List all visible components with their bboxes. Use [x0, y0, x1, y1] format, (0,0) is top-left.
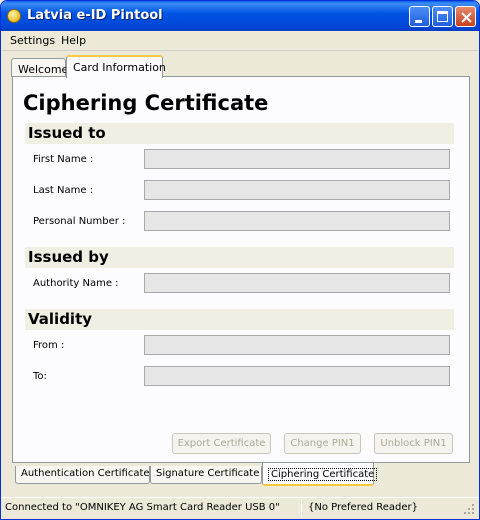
first-name-label: First Name :	[33, 154, 94, 165]
page-title: Ciphering Certificate	[23, 91, 269, 115]
status-bar: Connected to "OMNIKEY AG Smart Card Read…	[1, 497, 479, 519]
tab-authentication-certificate[interactable]: Authentication Certificate	[15, 466, 150, 484]
personal-number-field[interactable]	[144, 211, 450, 231]
tab-signature-certificate[interactable]: Signature Certificate	[150, 466, 262, 484]
title-bar[interactable]: Latvia e-ID Pintool	[1, 1, 479, 31]
menu-help[interactable]: Help	[61, 34, 86, 47]
last-name-label: Last Name :	[33, 185, 94, 196]
app-icon	[7, 9, 21, 23]
section-validity: Validity	[25, 309, 454, 330]
resize-grip-icon[interactable]	[463, 503, 475, 515]
menu-settings[interactable]: Settings	[10, 34, 55, 47]
section-issued-to: Issued to	[25, 123, 454, 144]
last-name-field[interactable]	[144, 180, 450, 200]
section-title: Issued by	[28, 248, 109, 266]
unblock-pin-button[interactable]: Unblock PIN1	[374, 433, 453, 454]
preferred-reader-status: {No Prefered Reader}	[308, 502, 419, 513]
to-label: To:	[33, 371, 47, 382]
section-title: Issued to	[28, 124, 106, 142]
card-information-panel: Ciphering Certificate Issued to First Na…	[12, 76, 470, 463]
authority-name-label: Authority Name :	[33, 278, 119, 289]
to-field[interactable]	[144, 366, 450, 386]
first-name-field[interactable]	[144, 149, 450, 169]
change-pin-button[interactable]: Change PIN1	[284, 433, 361, 454]
close-icon	[461, 12, 472, 23]
tab-label: Ciphering Certificate	[268, 468, 378, 481]
maximize-icon	[437, 11, 448, 22]
certificate-tab-strip: Authentication Certificate Signature Cer…	[12, 463, 470, 487]
app-window: Latvia e-ID Pintool Settings Help Welcom…	[0, 0, 480, 520]
minimize-button[interactable]	[409, 6, 430, 27]
tab-card-information[interactable]: Card Information	[66, 55, 166, 78]
maximize-button[interactable]	[432, 6, 453, 27]
from-label: From :	[33, 340, 65, 351]
tab-ciphering-certificate[interactable]: Ciphering Certificate	[262, 463, 378, 486]
section-issued-by: Issued by	[25, 247, 454, 268]
menu-bar: Settings Help	[1, 31, 479, 51]
section-title: Validity	[28, 310, 93, 328]
minimize-icon	[415, 20, 422, 23]
tab-welcome[interactable]: Welcome	[11, 58, 68, 77]
window-title: Latvia e-ID Pintool	[27, 8, 163, 23]
reader-status: Connected to "OMNIKEY AG Smart Card Read…	[5, 502, 280, 513]
personal-number-label: Personal Number :	[33, 216, 126, 227]
status-divider	[301, 500, 302, 517]
top-tab-strip: Welcome Card Information	[1, 53, 479, 78]
close-button[interactable]	[455, 6, 476, 27]
authority-name-field[interactable]	[144, 273, 450, 293]
from-field[interactable]	[144, 335, 450, 355]
export-certificate-button[interactable]: Export Certificate	[172, 433, 271, 454]
